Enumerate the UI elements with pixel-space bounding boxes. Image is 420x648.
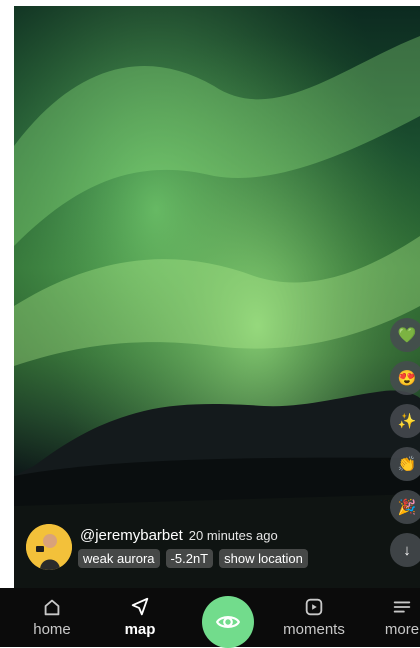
nav-map-label: map bbox=[124, 621, 156, 638]
eye-icon bbox=[215, 616, 241, 628]
nav-home[interactable]: home bbox=[12, 596, 92, 638]
home-icon bbox=[44, 599, 60, 616]
aurora-photo[interactable] bbox=[14, 6, 420, 588]
nav-more[interactable]: more bbox=[362, 596, 420, 638]
username-link[interactable]: @jeremybarbet bbox=[80, 527, 183, 544]
reaction-green-heart-button[interactable]: 💚 bbox=[390, 318, 420, 352]
reaction-clap-button[interactable]: 👏 bbox=[390, 447, 420, 481]
aurora-photo-graphic bbox=[14, 6, 420, 588]
post-header: @jeremybarbet 20 minutes ago bbox=[80, 527, 278, 545]
nav-more-label: more bbox=[384, 621, 420, 638]
scroll-down-button[interactable]: ↓ bbox=[390, 533, 420, 567]
nav-map[interactable]: map bbox=[100, 596, 180, 638]
post-meta: @jeremybarbet 20 minutes ago weak aurora … bbox=[26, 524, 366, 574]
nav-home-label: home bbox=[33, 621, 71, 638]
navigation-arrow-icon bbox=[131, 597, 149, 616]
play-square-icon bbox=[305, 598, 323, 616]
nav-moments-label: moments bbox=[283, 621, 345, 638]
avatar-graphic bbox=[26, 524, 72, 570]
timestamp: 20 minutes ago bbox=[188, 528, 278, 543]
nav-moments[interactable]: moments bbox=[274, 596, 354, 638]
post-tags: weak aurora -5.2nT show location bbox=[78, 549, 308, 568]
avatar[interactable] bbox=[26, 524, 72, 570]
menu-icon bbox=[393, 601, 411, 613]
reaction-sparkles-button[interactable]: ✨ bbox=[390, 404, 420, 438]
show-location-button[interactable]: show location bbox=[219, 549, 308, 568]
eye-capture-button[interactable] bbox=[202, 596, 254, 648]
reaction-heart-eyes-button[interactable]: 😍 bbox=[390, 361, 420, 395]
tag-aurora-strength: weak aurora bbox=[78, 549, 160, 568]
reaction-party-button[interactable]: 🎉 bbox=[390, 490, 420, 524]
tag-bz-value: -5.2nT bbox=[165, 549, 214, 568]
